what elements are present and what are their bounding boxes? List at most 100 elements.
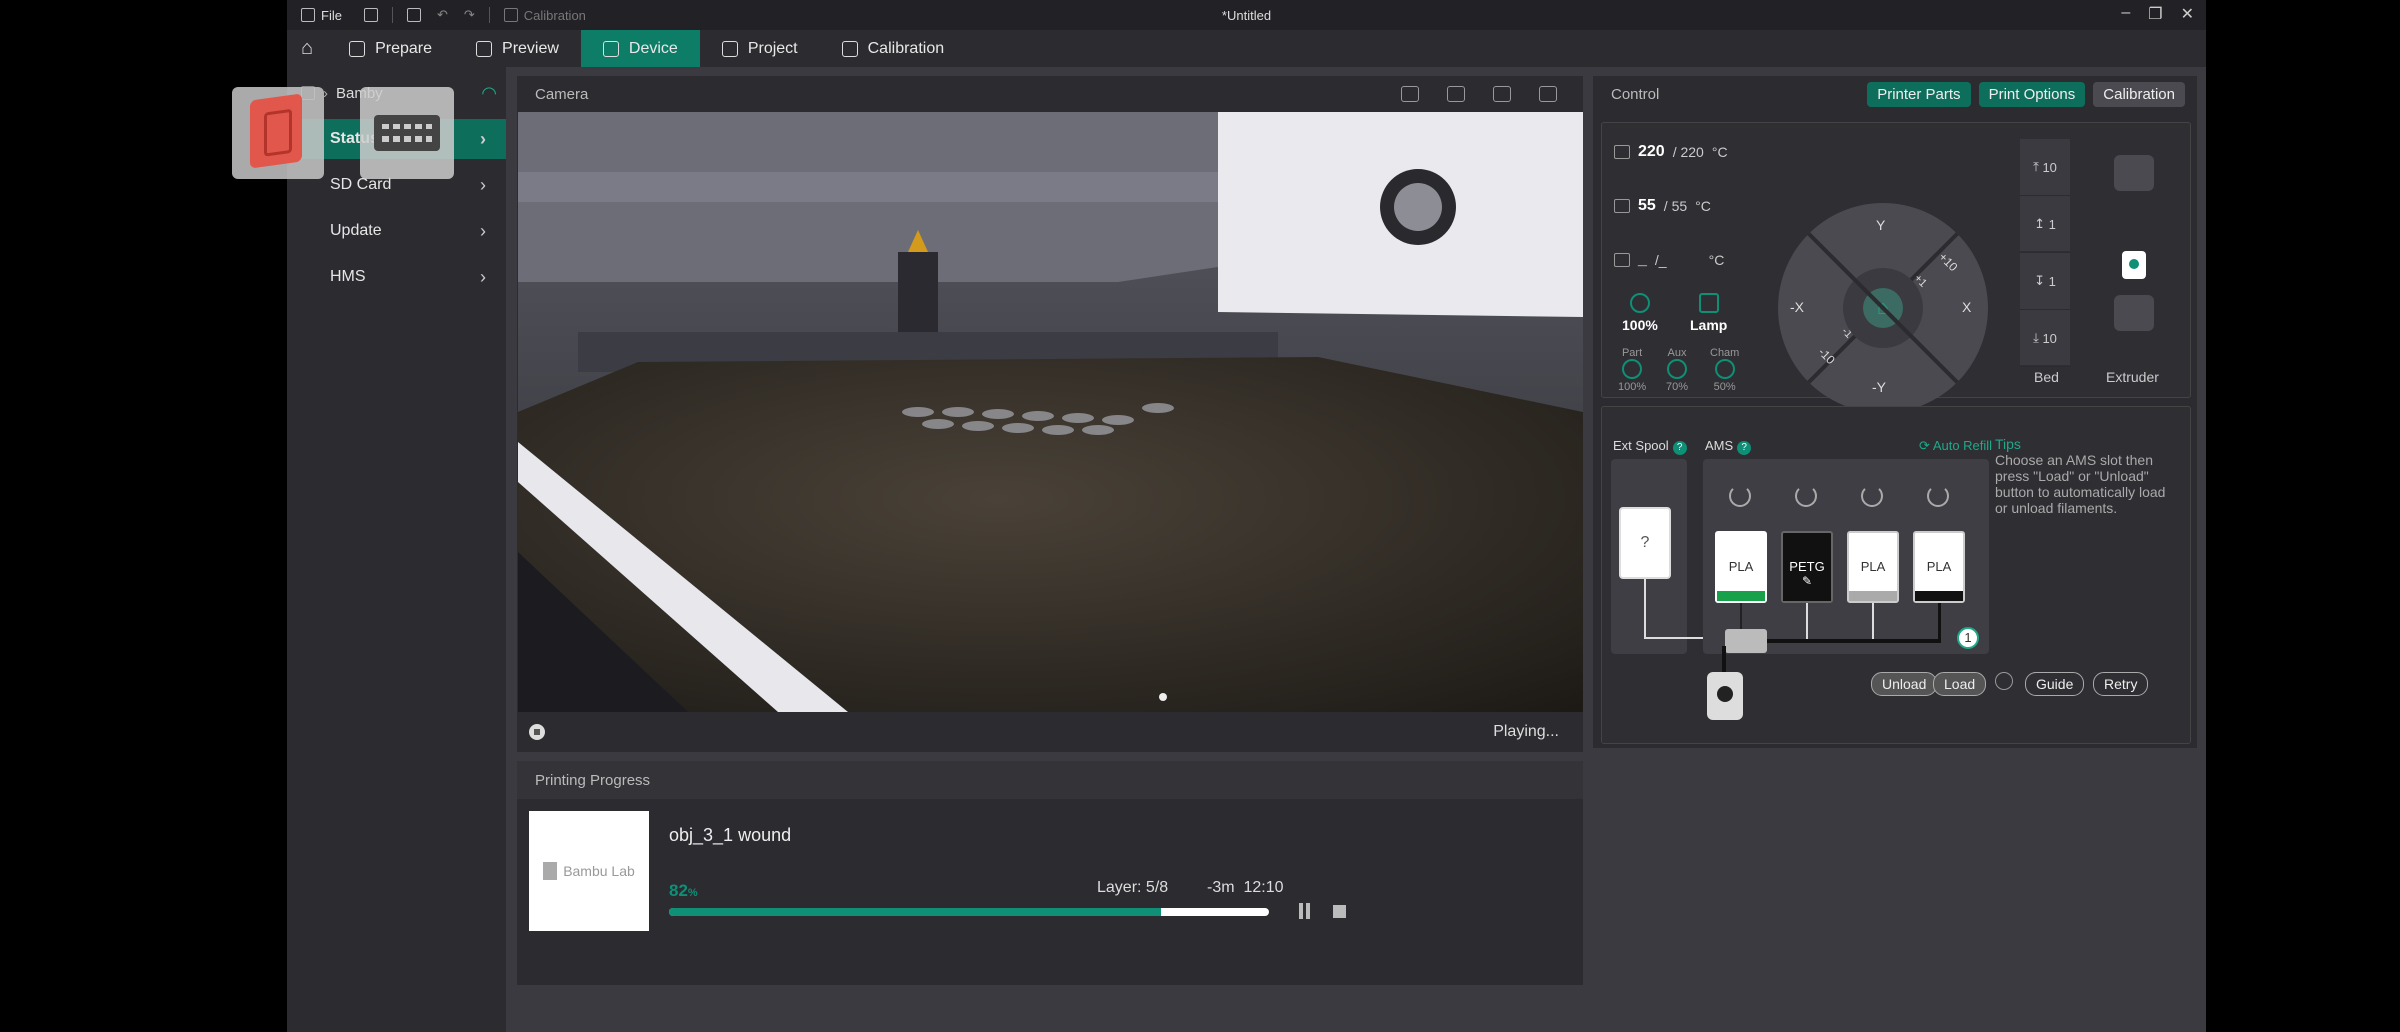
- fan-icon: [1667, 359, 1688, 379]
- load-button[interactable]: Load: [1933, 672, 1987, 696]
- step-minus-10[interactable]: -10: [1816, 345, 1838, 367]
- file-menu-label: File: [321, 7, 342, 23]
- close-button[interactable]: ✕: [2181, 4, 2194, 24]
- sd-card-icon[interactable]: [1401, 86, 1419, 102]
- menu-icon[interactable]: [363, 8, 378, 22]
- chamber-fan[interactable]: Cham 50%: [1710, 345, 1739, 393]
- save-icon[interactable]: [406, 8, 421, 22]
- ams-slot-2[interactable]: PETG ✎: [1781, 531, 1833, 603]
- nozzle-icon: [1614, 145, 1630, 159]
- slot-dial-icon[interactable]: [1729, 485, 1751, 507]
- tab-calibration[interactable]: Calibration: [820, 30, 966, 67]
- sidebar-item-hms[interactable]: HMS ›: [287, 257, 506, 297]
- pause-icon[interactable]: [1297, 903, 1311, 919]
- guide-button[interactable]: Guide: [2025, 672, 2085, 696]
- bambu-app-icon: [250, 93, 302, 169]
- chamber-unit: °C: [1708, 252, 1725, 268]
- chamber-temp[interactable]: _ /_ °C: [1614, 251, 1724, 269]
- toolbar-separator: [391, 7, 393, 23]
- axis-y-plus[interactable]: Y: [1876, 217, 1885, 233]
- bed-up-1[interactable]: ↥ 1: [2020, 196, 2070, 253]
- extrude-up-button[interactable]: [2114, 155, 2154, 191]
- axis-y-minus[interactable]: -Y: [1872, 379, 1886, 395]
- ams-slot-4[interactable]: PLA: [1913, 531, 1965, 603]
- file-menu[interactable]: File: [301, 8, 342, 23]
- calibration-icon: [841, 40, 858, 57]
- ext-spool-slot[interactable]: ?: [1619, 507, 1671, 579]
- cube-icon: [349, 40, 366, 57]
- object-name: obj_3_1 wound: [669, 825, 792, 845]
- axis-x-minus[interactable]: -X: [1790, 299, 1804, 315]
- timelapse-icon[interactable]: [1493, 86, 1511, 102]
- stop-icon[interactable]: [1333, 905, 1346, 918]
- axis-x-plus[interactable]: X: [1962, 299, 1971, 315]
- ams-settings-icon[interactable]: [1995, 672, 2013, 690]
- printer-parts-button[interactable]: Printer Parts: [1867, 82, 1971, 107]
- retry-button[interactable]: Retry: [2093, 672, 2149, 696]
- calibration-button[interactable]: Calibration: [2093, 82, 2185, 107]
- bed-step-label: 10: [2042, 330, 2057, 346]
- eta-time: 12:10: [1243, 879, 1284, 896]
- ams-index-badge: 1: [1957, 627, 1979, 649]
- stop-stream-icon[interactable]: [529, 724, 545, 740]
- camera-title: Camera: [535, 85, 589, 103]
- tab-preview[interactable]: Preview: [454, 30, 581, 67]
- bed-down-1[interactable]: ↧ 1: [2020, 253, 2070, 310]
- home-icon[interactable]: ⌂: [287, 30, 327, 67]
- tab-prepare[interactable]: Prepare: [327, 30, 454, 67]
- bed-temp[interactable]: 55 / 55 °C: [1614, 197, 1711, 215]
- nozzle-current: 220: [1638, 143, 1665, 160]
- help-icon[interactable]: ?: [1672, 441, 1687, 455]
- minimize-button[interactable]: –: [2121, 4, 2130, 24]
- step-plus-10[interactable]: +10: [1936, 250, 1960, 274]
- bed-label: Bed: [2034, 369, 2059, 385]
- printing-progress-panel: Printing Progress Bambu Lab obj_3_1 woun…: [517, 761, 1583, 985]
- layer-count: Layer: 5/8: [1097, 879, 1169, 896]
- fan-icon: [1714, 359, 1735, 379]
- tab-label: Prepare: [375, 39, 433, 57]
- slot-dial-icon[interactable]: [1861, 485, 1883, 507]
- auto-refill-link[interactable]: ⟳ Auto Refill: [1919, 438, 1992, 454]
- fan-label: Aux: [1667, 347, 1687, 359]
- bambu-studio-window: File ↶ ↷ Calibration *Untitled – ❐ ✕ ⌂ P…: [287, 0, 2206, 1032]
- auto-refill-label: Auto Refill: [1932, 438, 1993, 453]
- calibration-icon: [503, 8, 518, 22]
- help-icon[interactable]: ?: [1737, 441, 1752, 455]
- record-video-icon[interactable]: [1447, 86, 1465, 102]
- ams-slot-3[interactable]: PLA: [1847, 531, 1899, 603]
- floating-app-icon[interactable]: [232, 87, 324, 179]
- print-options-button[interactable]: Print Options: [1978, 82, 2086, 107]
- speed-control[interactable]: 100%: [1622, 293, 1658, 333]
- calibration-shortcut[interactable]: Calibration: [503, 7, 586, 23]
- bed-target: / 55: [1663, 198, 1688, 214]
- nozzle-temp[interactable]: 220 / 220 °C: [1614, 143, 1728, 161]
- print-thumbnail: Bambu Lab: [529, 811, 649, 931]
- lamp-toggle[interactable]: Lamp: [1690, 293, 1727, 333]
- bed-up-10[interactable]: ⤒ 10: [2020, 139, 2070, 196]
- bed-unit: °C: [1695, 198, 1711, 214]
- part-fan[interactable]: Part 100%: [1618, 345, 1646, 393]
- ams-slot-1[interactable]: PLA: [1715, 531, 1767, 603]
- floating-keyboard-button[interactable]: [360, 87, 454, 179]
- tab-project[interactable]: Project: [700, 30, 820, 67]
- speed-value: 100%: [1622, 317, 1658, 333]
- camera-settings-icon[interactable]: [1539, 86, 1557, 102]
- slot-dial-icon[interactable]: [1927, 485, 1949, 507]
- unload-button[interactable]: Unload: [1871, 672, 1938, 696]
- redo-icon[interactable]: ↷: [464, 7, 475, 23]
- sidebar-item-update[interactable]: Update ›: [287, 211, 506, 251]
- slot-dial-icon[interactable]: [1795, 485, 1817, 507]
- maximize-button[interactable]: ❐: [2148, 4, 2162, 24]
- home-axes-icon[interactable]: ⌂: [1863, 288, 1903, 328]
- calibration-shortcut-label: Calibration: [523, 7, 586, 23]
- slot-material: PLA: [1926, 559, 1952, 574]
- axis-joystick[interactable]: Y -Y X -X +10 +1 -1 -10 ⌂: [1778, 203, 1988, 413]
- device-icon: [602, 40, 619, 57]
- extrude-down-button[interactable]: [2114, 295, 2154, 331]
- undo-icon[interactable]: ↶: [437, 7, 448, 23]
- bed-down-10[interactable]: ⤓ 10: [2020, 310, 2070, 367]
- tab-device[interactable]: Device: [580, 30, 700, 67]
- slot-color-stripe: [1783, 591, 1831, 601]
- aux-fan[interactable]: Aux 70%: [1666, 345, 1688, 393]
- tab-label: Calibration: [867, 39, 945, 57]
